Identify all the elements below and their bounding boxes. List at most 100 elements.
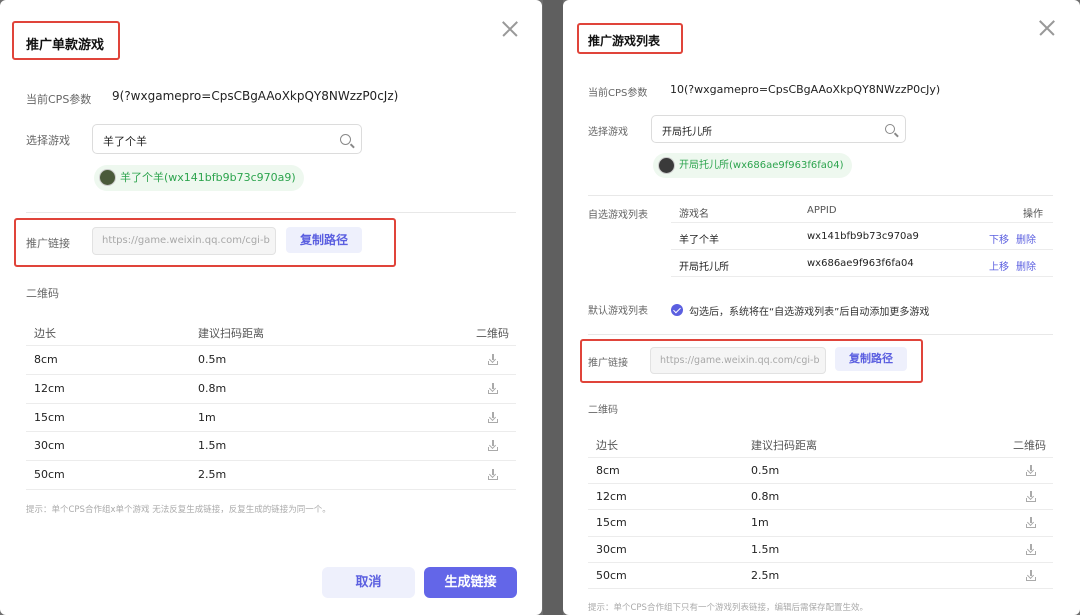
- delete-button[interactable]: 删除: [1016, 231, 1036, 246]
- download-icon[interactable]: [1026, 491, 1036, 503]
- selected-game-chip-label: 开局托儿所(wx686ae9f963f6fa04): [679, 160, 844, 171]
- custom-list-label: 自选游戏列表: [588, 210, 648, 221]
- cell-size: 30cm: [596, 542, 627, 556]
- list-cell-appid: wx141bfb9b73c970a9: [807, 231, 919, 242]
- download-icon[interactable]: [488, 469, 498, 481]
- select-game-label: 选择游戏: [588, 127, 628, 138]
- download-icon[interactable]: [488, 354, 498, 365]
- row-divider: [26, 402, 516, 404]
- cell-distance: 0.8m: [198, 381, 227, 395]
- close-icon[interactable]: [1038, 19, 1054, 35]
- cell-distance: 2.5m: [751, 568, 780, 582]
- search-icon[interactable]: [340, 134, 351, 145]
- divider: [26, 212, 516, 213]
- list-cell-name: 羊了个羊: [679, 235, 719, 246]
- search-icon[interactable]: [885, 124, 895, 134]
- cell-size: 30cm: [34, 439, 65, 453]
- game-avatar: [99, 169, 116, 186]
- promote-single-game-dialog: 推广单款游戏 当前CPS参数 9(?wxgamepro=CpsCBgAAoXkp…: [0, 0, 542, 615]
- cell-distance: 1m: [751, 516, 769, 530]
- list-cell-name: 开局托儿所: [679, 262, 729, 273]
- game-search-input[interactable]: 羊了个羊: [92, 124, 362, 154]
- selected-game-chip[interactable]: 羊了个羊(wx141bfb9b73c970a9): [94, 165, 304, 191]
- download-icon[interactable]: [488, 411, 498, 423]
- generate-link-button[interactable]: 生成链接: [424, 567, 517, 598]
- download-icon[interactable]: [1026, 465, 1036, 476]
- game-search-input[interactable]: 开局托儿所: [651, 115, 906, 143]
- copy-path-button[interactable]: 复制路径: [835, 347, 907, 371]
- download-icon[interactable]: [1026, 569, 1036, 581]
- cell-size: 12cm: [34, 381, 65, 395]
- promote-game-list-dialog: 推广游戏列表 当前CPS参数 10(?wxgamepro=CpsCBgAAoXk…: [563, 0, 1080, 615]
- column-header-qr: 二维码: [476, 327, 509, 340]
- close-icon[interactable]: [501, 20, 519, 38]
- default-list-label: 默认游戏列表: [588, 306, 648, 317]
- select-game-label: 选择游戏: [26, 134, 70, 147]
- cps-value: 10(?wxgamepro=CpsCBgAAoXkpQY8NWzzP0cJy): [670, 83, 941, 96]
- delete-button[interactable]: 删除: [1016, 258, 1036, 273]
- cell-distance: 1.5m: [751, 542, 780, 556]
- download-icon[interactable]: [1026, 543, 1036, 555]
- cell-size: 12cm: [596, 490, 627, 504]
- column-header-distance: 建议扫码距离: [198, 327, 264, 340]
- column-header-qr: 二维码: [1013, 439, 1046, 452]
- cps-label: 当前CPS参数: [588, 88, 648, 99]
- column-header-size: 边长: [596, 439, 618, 452]
- row-divider: [26, 460, 516, 462]
- cell-distance: 0.5m: [751, 464, 780, 477]
- cell-distance: 2.5m: [198, 468, 227, 482]
- dialog-title: 推广单款游戏: [26, 38, 105, 53]
- divider: [588, 195, 1053, 196]
- promo-link-label: 推广链接: [26, 237, 70, 250]
- row-divider: [26, 489, 516, 490]
- move-button[interactable]: 上移: [989, 258, 1009, 273]
- cell-size: 50cm: [596, 568, 627, 582]
- column-header-distance: 建议扫码距离: [751, 439, 817, 452]
- row-divider: [588, 483, 1053, 485]
- download-icon[interactable]: [488, 440, 498, 452]
- promo-link-input[interactable]: https://game.weixin.qq.com/cgi-b: [92, 227, 276, 255]
- column-header-actions: 操作: [1023, 209, 1043, 220]
- cell-size: 15cm: [34, 410, 65, 424]
- default-list-checkbox[interactable]: [671, 304, 683, 316]
- row-divider: [26, 345, 516, 346]
- column-header-appid: APPID: [807, 205, 837, 216]
- cell-size: 50cm: [34, 468, 65, 482]
- cell-size: 15cm: [596, 516, 627, 530]
- divider: [588, 334, 1053, 335]
- promo-link-label: 推广链接: [588, 358, 628, 369]
- cell-distance: 1m: [198, 410, 216, 424]
- row-divider: [588, 561, 1053, 563]
- qr-code-label: 二维码: [588, 405, 618, 416]
- selected-game-chip[interactable]: 开局托儿所(wx686ae9f963f6fa04): [653, 153, 852, 178]
- cell-size: 8cm: [596, 464, 620, 477]
- cell-distance: 0.5m: [198, 353, 227, 366]
- list-cell-appid: wx686ae9f963f6fa04: [807, 258, 914, 269]
- column-header-game-name: 游戏名: [679, 209, 709, 220]
- promo-link-input[interactable]: https://game.weixin.qq.com/cgi-b: [650, 347, 826, 374]
- cell-size: 8cm: [34, 353, 58, 366]
- row-divider: [671, 276, 1053, 277]
- dialog-title: 推广游戏列表: [588, 34, 661, 48]
- download-icon[interactable]: [1026, 517, 1036, 529]
- row-divider: [588, 509, 1053, 511]
- row-divider: [671, 249, 1053, 250]
- row-divider: [671, 222, 1053, 223]
- download-icon[interactable]: [488, 382, 498, 394]
- copy-path-button[interactable]: 复制路径: [286, 227, 362, 253]
- qr-code-label: 二维码: [26, 287, 59, 300]
- cps-value: 9(?wxgamepro=CpsCBgAAoXkpQY8NWzzP0cJz): [112, 89, 399, 103]
- row-divider: [588, 535, 1053, 537]
- row-divider: [26, 373, 516, 375]
- cancel-button[interactable]: 取消: [322, 567, 415, 598]
- selected-game-chip-label: 羊了个羊(wx141bfb9b73c970a9): [120, 171, 296, 184]
- cell-distance: 0.8m: [751, 490, 780, 504]
- move-button[interactable]: 下移: [989, 231, 1009, 246]
- cps-label: 当前CPS参数: [26, 93, 92, 106]
- column-header-size: 边长: [34, 327, 56, 340]
- hint-text: 提示：单个CPS合作组x单个游戏 无法反复生成链接，反复生成的链接为同一个。: [26, 505, 331, 515]
- background-gap: [543, 0, 563, 615]
- row-divider: [588, 588, 1053, 589]
- search-input-value: 羊了个羊: [103, 135, 147, 148]
- row-divider: [26, 431, 516, 433]
